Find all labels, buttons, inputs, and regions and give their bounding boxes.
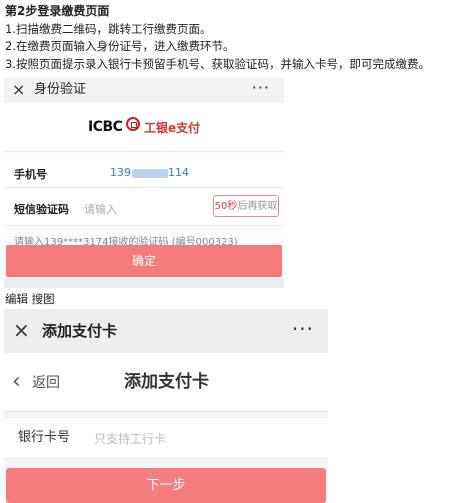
back-button[interactable]: 返回 — [32, 374, 60, 392]
back-chevron-icon[interactable]: ‹ — [12, 371, 21, 393]
close-icon[interactable]: × — [13, 319, 30, 341]
card-number-row: 银行卡号 只支持工行卡 — [4, 417, 328, 459]
title-bar: × 身份验证 ··· — [4, 77, 284, 103]
instruction-step-1: 1.扫描缴费二维码，跳转工行缴费页面。 — [5, 22, 212, 36]
card-number-label: 银行卡号 — [18, 430, 71, 445]
instruction-step-3: 3.按照页面提示录入银行卡预留手机号、获取验证码，并输入卡号，即可完成缴费。 — [5, 57, 430, 71]
phone-label: 手机号 — [14, 168, 47, 181]
phone-row: 手机号 139 114 — [4, 159, 284, 188]
icbc-logo-text: ICBC — [88, 119, 123, 135]
confirm-button[interactable]: 确定 — [6, 245, 282, 277]
page-title: 添加支付卡 — [42, 322, 118, 340]
next-step-button[interactable]: 下一步 — [6, 468, 326, 503]
add-card-screenshot: × 添加支付卡 ··· ‹ 返回 添加支付卡 银行卡号 只支持工行卡 下一步 — [4, 309, 328, 503]
phone-value: 139 114 — [110, 166, 189, 179]
icbc-logo-icon — [126, 117, 140, 131]
instruction-step-2: 2.在缴费页面输入身份证号，进入缴费环节。 — [5, 39, 235, 53]
identity-verification-screenshot: × 身份验证 ··· ICBC 工银e支付 手机号 139 114 短信验证码 请… — [4, 77, 284, 288]
sms-code-row: 短信验证码 请输入 50秒后再获取 — [4, 191, 284, 226]
card-number-input[interactable]: 只支持工行卡 — [94, 430, 166, 448]
title-bar: × 添加支付卡 ··· — [4, 309, 328, 353]
more-menu-icon[interactable]: ··· — [292, 319, 314, 339]
more-menu-icon[interactable]: ··· — [252, 79, 270, 97]
nav-title: 添加支付卡 — [124, 372, 209, 392]
resend-code-button[interactable]: 50秒后再获取 — [213, 195, 279, 217]
sms-code-label: 短信验证码 — [14, 203, 69, 216]
instruction-title: 第2步登录缴费页面 — [5, 4, 110, 18]
page-title: 身份验证 — [34, 82, 87, 97]
sms-code-input[interactable]: 请输入 — [84, 201, 117, 217]
bottom-strip — [4, 277, 284, 288]
epay-logo-text: 工银e支付 — [144, 121, 201, 135]
bank-brand-header: ICBC 工银e支付 — [4, 103, 284, 152]
close-icon[interactable]: × — [12, 80, 25, 100]
blurred-digits — [132, 168, 168, 178]
nav-bar: ‹ 返回 添加支付卡 — [4, 353, 328, 412]
image-caption: 编辑 搜图 — [5, 292, 55, 306]
